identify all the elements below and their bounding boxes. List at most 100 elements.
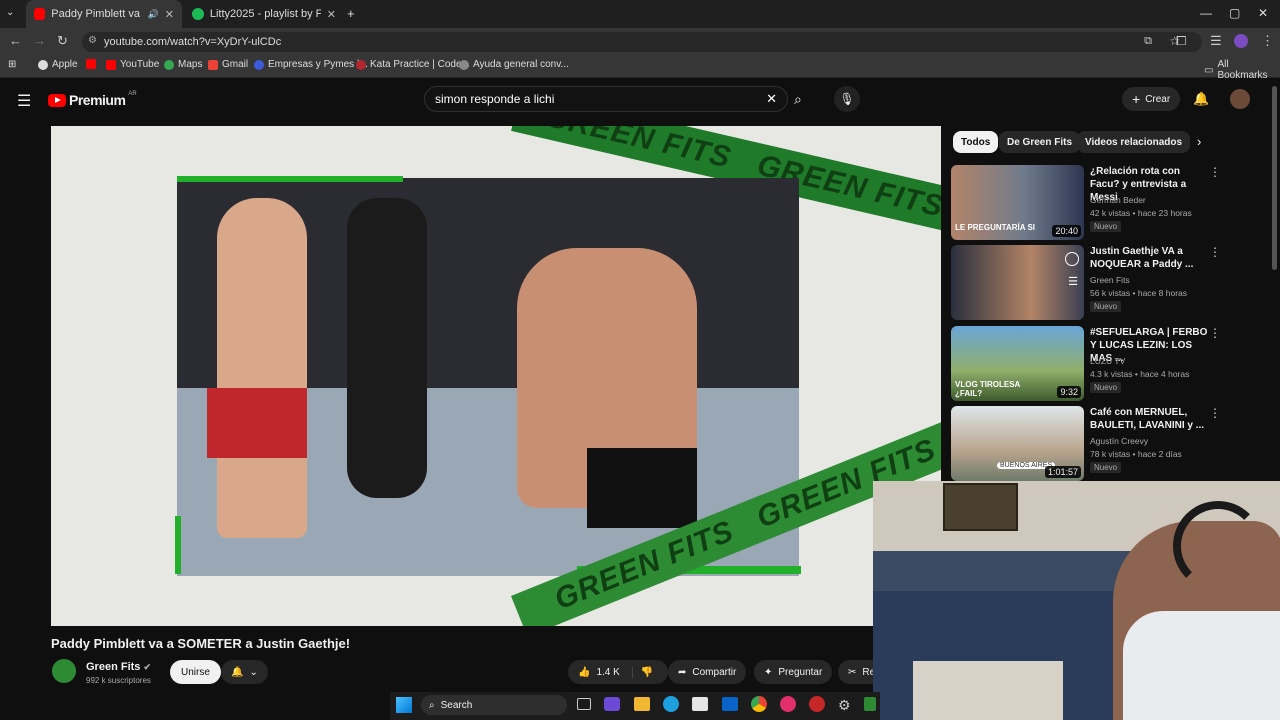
bookmark-youtube[interactable]: YouTube: [106, 59, 159, 70]
apps-grid-icon[interactable]: ⊞: [8, 59, 16, 70]
new-tab-button[interactable]: +: [347, 6, 355, 21]
headphones: [1173, 501, 1263, 591]
clear-search-icon[interactable]: ✕: [766, 91, 777, 107]
gmail-icon: [208, 59, 218, 70]
browser-menu-icon[interactable]: ⋮: [1261, 33, 1274, 49]
tab-title: Paddy Pimblett va a SOME: [51, 8, 141, 20]
reading-list-icon[interactable]: ☰: [1210, 33, 1222, 49]
tab-youtube[interactable]: Paddy Pimblett va a SOME 🔊 ✕: [26, 0, 182, 28]
frame-accent: [175, 516, 181, 574]
back-icon[interactable]: ←: [9, 33, 22, 48]
copilot-icon[interactable]: [604, 697, 620, 711]
sparkle-icon: ✦: [764, 666, 773, 678]
app-icon[interactable]: [809, 696, 825, 712]
account-avatar[interactable]: [1230, 89, 1250, 109]
install-app-icon[interactable]: ⧉: [1144, 35, 1152, 48]
plus-icon: +: [1132, 91, 1141, 107]
black-shorts: [587, 448, 697, 528]
apple-icon: [38, 59, 48, 70]
settings-gear-icon[interactable]: ⚙: [838, 697, 851, 714]
tab-close-icon[interactable]: ✕: [165, 8, 174, 21]
maximize-icon[interactable]: ▢: [1229, 6, 1240, 20]
video-thumbnail[interactable]: LE PREGUNTARÍA SI 20:40: [951, 165, 1084, 240]
more-options-icon[interactable]: ⋮: [1209, 406, 1221, 420]
chrome-icon[interactable]: [751, 696, 767, 712]
recommendation-item[interactable]: BUENOS AIRES 1:01:57 Café con MERNUEL, B…: [951, 406, 1271, 482]
youtube-icon: [86, 59, 96, 69]
fighter-left: [217, 198, 307, 538]
channel-name[interactable]: Green Fits ✔: [86, 661, 151, 673]
tab-search-icon[interactable]: ⌄: [6, 7, 14, 18]
more-options-icon[interactable]: ⋮: [1209, 326, 1221, 340]
bookmark-kata[interactable]: Kata Practice | Code...: [356, 59, 470, 70]
window-close-icon[interactable]: ✕: [1258, 6, 1268, 20]
clip-button[interactable]: ✂ Re: [838, 660, 873, 684]
address-bar[interactable]: ⚙ youtube.com/watch?v=XyDrY-ulCDc ⧉ ☆: [82, 32, 1202, 52]
tab-title: Litty2025 - playlist by FrancoBa: [209, 8, 321, 20]
new-badge: Nuevo: [1090, 221, 1122, 232]
tab-close-icon[interactable]: ✕: [327, 8, 336, 21]
like-button[interactable]: 👍 1.4 K 👎: [568, 660, 668, 684]
youtube-favicon-icon: [34, 8, 46, 20]
bookmark-gmail[interactable]: Gmail: [208, 59, 248, 70]
instagram-icon[interactable]: [780, 696, 796, 712]
join-button[interactable]: Unirse: [170, 660, 221, 684]
new-badge: Nuevo: [1090, 382, 1122, 393]
tab-spotify[interactable]: Litty2025 - playlist by FrancoBa ✕: [184, 0, 344, 28]
red-shorts: [207, 388, 307, 458]
new-badge: Nuevo: [1090, 462, 1122, 473]
outlook-icon[interactable]: [722, 697, 738, 711]
channel-avatar[interactable]: [52, 659, 76, 683]
ask-button[interactable]: ✦ Preguntar: [754, 660, 833, 684]
notifications-button[interactable]: 🔔 ⌄: [221, 660, 268, 684]
site-info-icon[interactable]: ⚙: [88, 35, 97, 46]
chevron-down-icon: ⌄: [249, 666, 258, 678]
all-bookmarks[interactable]: ▭ All Bookmarks: [1204, 59, 1280, 81]
search-input[interactable]: simon responde a lichi ✕: [424, 86, 788, 112]
reload-icon[interactable]: ↻: [57, 33, 68, 49]
chip-de-green-fits[interactable]: De Green Fits: [999, 131, 1081, 153]
recommendation-item[interactable]: LE PREGUNTARÍA SI 20:40 ¿Relación rota c…: [951, 165, 1271, 241]
more-options-icon[interactable]: ⋮: [1209, 165, 1221, 179]
thumbs-down-icon[interactable]: 👎: [631, 666, 653, 678]
notifications-bell-icon[interactable]: 🔔: [1193, 91, 1209, 107]
create-button[interactable]: + Crear: [1122, 87, 1181, 111]
page-scrollbar[interactable]: [1272, 86, 1277, 270]
store-icon[interactable]: [692, 697, 708, 711]
profile-avatar[interactable]: [1234, 34, 1248, 48]
app-icon[interactable]: [864, 697, 876, 711]
chip-todos[interactable]: Todos: [953, 131, 999, 153]
file-explorer-icon[interactable]: [634, 697, 650, 711]
minimize-icon[interactable]: —: [1200, 6, 1212, 20]
search-icon: ⌕: [429, 699, 435, 711]
forward-icon[interactable]: →: [33, 33, 46, 48]
more-options-icon[interactable]: ⋮: [1209, 245, 1221, 259]
bookmark-maps[interactable]: Maps: [164, 59, 202, 70]
bookmark-apple[interactable]: Apple: [38, 59, 78, 70]
streamer-shirt: [1123, 611, 1280, 720]
watch-later-icon[interactable]: [1065, 252, 1079, 266]
bookmark-empresas[interactable]: Empresas y Pymes |...: [254, 59, 368, 70]
add-to-queue-icon[interactable]: ☰: [1068, 275, 1078, 288]
chevron-right-icon[interactable]: ›: [1197, 134, 1201, 149]
windows-start-icon[interactable]: [396, 697, 412, 713]
desk-items: [913, 661, 1063, 720]
share-button[interactable]: ➦ Compartir: [668, 660, 747, 684]
video-player[interactable]: GREEN FITS GREEN FITS GREEN FITS GREEN F…: [51, 126, 941, 626]
recommendation-item[interactable]: VLOG TIROLESA ¿FAIL? 9:32 #SEFUELARGA | …: [951, 326, 1271, 402]
bookmark-youtube-red[interactable]: [86, 59, 96, 69]
voice-search-icon[interactable]: 🎙: [834, 86, 860, 112]
bookmark-ayuda[interactable]: Ayuda general conv...: [459, 59, 569, 70]
search-icon[interactable]: ⌕: [794, 91, 802, 108]
video-thumbnail[interactable]: VLOG TIROLESA ¿FAIL? 9:32: [951, 326, 1084, 401]
chip-videos-relacionados[interactable]: Videos relacionados: [1077, 131, 1191, 153]
video-thumbnail[interactable]: BUENOS AIRES 1:01:57: [951, 406, 1084, 481]
edge-icon[interactable]: [663, 696, 679, 712]
video-thumbnail[interactable]: ☰: [951, 245, 1084, 320]
hamburger-menu-icon[interactable]: ☰: [17, 91, 31, 111]
recommendation-item[interactable]: ☰ Justin Gaethje VA a NOQUEAR a Paddy ..…: [951, 245, 1271, 321]
extensions-icon[interactable]: ⧠: [1176, 33, 1186, 49]
youtube-logo[interactable]: Premium AR: [48, 91, 137, 108]
task-view-icon[interactable]: [577, 698, 591, 710]
taskbar-search[interactable]: ⌕ Search: [421, 695, 567, 715]
